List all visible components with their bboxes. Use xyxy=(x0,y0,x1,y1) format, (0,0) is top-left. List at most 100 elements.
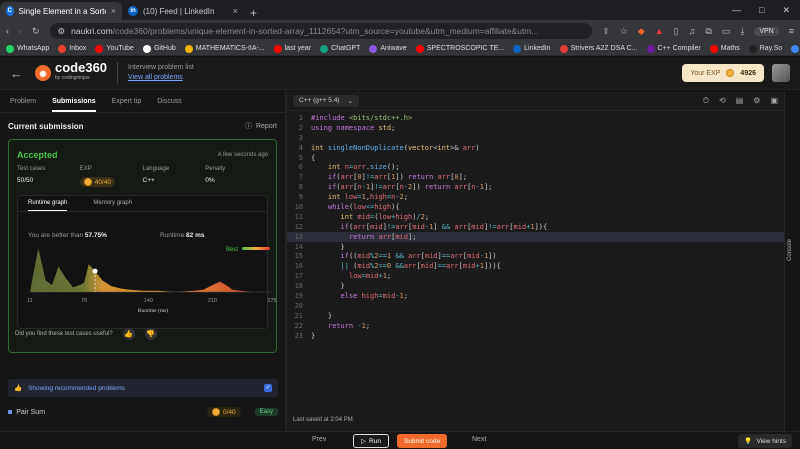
url-input[interactable]: ⚙ naukri.com/code360/problems/unique-ele… xyxy=(49,23,593,39)
best-legend-label: Best xyxy=(226,247,238,253)
music-icon[interactable]: ♫ xyxy=(689,26,696,36)
site-info-icon[interactable]: ⚙ xyxy=(58,26,66,37)
avatar[interactable] xyxy=(772,64,790,82)
tab-discuss[interactable]: Discuss xyxy=(157,98,182,105)
browser-tab-linkedin[interactable]: in (10) Feed | LinkedIn × xyxy=(122,2,244,20)
code-line[interactable]: 13 return arr[mid]; xyxy=(287,231,784,242)
bookmark-item[interactable]: GitHub xyxy=(142,44,176,53)
back-icon[interactable]: ‹ xyxy=(6,26,9,36)
thumbs-down-icon[interactable]: 👎 xyxy=(144,328,157,340)
console-toggle[interactable]: Console xyxy=(784,91,800,431)
tab-submissions[interactable]: Submissions xyxy=(52,91,96,112)
browser-tab-active[interactable]: C Single Element in a Sorted Array × xyxy=(0,2,122,20)
code-line[interactable]: 19 else high = mid -1; xyxy=(287,291,784,301)
code-token: arr xyxy=(353,222,366,231)
bookmark-item[interactable]: Strivers A2Z DSA C... xyxy=(559,44,638,53)
bookmark-item[interactable]: GDSC AEC xyxy=(791,44,800,53)
download-icon[interactable]: ⤓ xyxy=(740,26,744,37)
code-line[interactable]: 20 xyxy=(287,301,784,311)
report-button[interactable]: ⓘ Report xyxy=(245,121,277,131)
bookmark-item[interactable]: C++ Compiler xyxy=(646,44,701,53)
bookmark-item[interactable]: WhatsApp xyxy=(6,44,49,53)
bookmark-item[interactable]: Aniwave xyxy=(369,44,407,53)
brave-shield-icon[interactable]: ◆ xyxy=(638,26,645,37)
checkbox-icon[interactable]: ✓ xyxy=(264,384,272,392)
code-line[interactable]: 4 int singleNonDuplicate(vector < int >& arr… xyxy=(287,143,784,153)
code-line[interactable]: 7 if(arr[0] != arr[1]) return arr[0]; xyxy=(287,172,784,182)
bookmark-item[interactable]: Inbox xyxy=(58,44,86,53)
bookmark-star-icon[interactable]: ☆ xyxy=(620,26,628,37)
problem-points: 0/40 xyxy=(207,407,241,417)
bookmark-item[interactable]: MATHEMATICS-IIA-... xyxy=(184,44,265,53)
code-line[interactable]: 8 if(arr[n -1] != arr[n -2]) return arr[n -1]… xyxy=(287,182,784,192)
wallet-icon[interactable]: ▭ xyxy=(722,26,731,37)
code-line[interactable]: 11 int mid =(low + high)/2; xyxy=(287,212,784,222)
next-button[interactable]: Next xyxy=(472,436,486,443)
code-line[interactable]: 16 || (mid% 2 == 0 && arr[mid] == arr[mid +1]))… xyxy=(287,261,784,271)
code-area[interactable]: 1 #include <bits/stdc++.h> 2 using namespac… xyxy=(287,113,784,340)
fullscreen-icon[interactable]: ▣ xyxy=(770,96,778,106)
share-icon[interactable]: ⇪ xyxy=(602,26,610,37)
bookmark-item[interactable]: last year xyxy=(273,44,311,53)
back-arrow-icon[interactable]: ← xyxy=(10,66,23,81)
rewards-icon[interactable]: ▲ xyxy=(655,26,664,36)
code-line[interactable]: 2 using namespace std; xyxy=(287,123,784,133)
code-line[interactable]: 23} xyxy=(287,331,784,341)
recommended-problems-bar[interactable]: 👍 Showing recommended problems ✓ xyxy=(8,379,278,397)
bookmark-item[interactable]: LinkedIn xyxy=(513,44,551,53)
x-tick-label: 140 xyxy=(144,298,153,304)
menu-icon[interactable]: ≡ xyxy=(789,26,794,36)
tab-memory-graph[interactable]: Memory graph xyxy=(93,200,132,211)
tab-runtime-graph[interactable]: Runtime graph xyxy=(28,200,68,211)
timer-icon[interactable]: ⏱ xyxy=(703,96,709,106)
close-tab-icon[interactable]: × xyxy=(233,6,238,16)
window-controls: — □ ✕ xyxy=(722,5,800,20)
thumbs-up-icon[interactable]: 👍 xyxy=(122,328,135,340)
bookmark-item[interactable]: Maths xyxy=(709,44,740,53)
bookmark-favicon-icon xyxy=(415,44,424,53)
close-window-icon[interactable]: ✕ xyxy=(782,5,790,16)
recommended-problem-item[interactable]: ◙ Pair Sum 0/40 Easy xyxy=(8,407,278,417)
code-token: mid xyxy=(420,262,434,271)
settings-gear-icon[interactable]: ⚙ xyxy=(753,96,760,106)
code-line[interactable]: 15 if((mid% 2 == 1 && arr[mid] == arr[mid -1]) xyxy=(287,251,784,261)
close-tab-icon[interactable]: × xyxy=(111,6,116,16)
bookmark-item[interactable]: Ray.So xyxy=(748,44,782,53)
sidebar-icon[interactable]: ▯ xyxy=(674,26,679,37)
submit-code-button[interactable]: Submit code xyxy=(397,434,447,448)
language-select[interactable]: C++ (g++ 5.4) ⌄ xyxy=(293,94,359,107)
bookmark-item[interactable]: YouTube xyxy=(95,44,134,53)
code-line[interactable]: 14 } xyxy=(287,242,784,252)
bookmark-item[interactable]: SPECTROSCOPIC TE... xyxy=(415,44,504,53)
code-line[interactable]: 17 low = mid +1; xyxy=(287,271,784,281)
vpn-button[interactable]: VPN xyxy=(754,26,779,36)
code-line[interactable]: 12 if(arr[mid] != arr[mid -1] && arr[mid] !=… xyxy=(287,222,784,232)
line-number: 22 xyxy=(294,321,303,330)
bookmark-item[interactable]: ChatGPT xyxy=(320,44,360,53)
code-line[interactable]: 21 } xyxy=(287,311,784,321)
forward-icon[interactable]: › xyxy=(19,26,22,36)
code-line[interactable]: 10 while(low <= high){ xyxy=(287,202,784,212)
new-tab-button[interactable]: + xyxy=(250,6,257,20)
code-line[interactable]: 5{ xyxy=(287,153,784,163)
code-line[interactable]: 22 return -1; xyxy=(287,321,784,331)
minimize-icon[interactable]: — xyxy=(732,5,741,16)
prev-button[interactable]: Prev xyxy=(312,436,326,443)
code-line[interactable]: 1 #include <bits/stdc++.h> xyxy=(287,113,784,123)
code-line[interactable]: 9 int low = 1, high = n -2; xyxy=(287,192,784,202)
maximize-icon[interactable]: □ xyxy=(759,5,764,16)
code-line[interactable]: 18 } xyxy=(287,281,784,291)
view-all-problems-link[interactable]: View all problems xyxy=(128,73,194,83)
tab-expert-tip[interactable]: Expert tip xyxy=(112,98,142,105)
clipboard-icon[interactable]: ▤ xyxy=(736,96,744,106)
code-line[interactable]: 6 int n = arr. size (); xyxy=(287,162,784,172)
extensions-icon[interactable]: ⧉ xyxy=(705,26,711,37)
view-hints-button[interactable]: 💡 View hints xyxy=(738,434,792,448)
run-button[interactable]: ▷ Run xyxy=(353,434,389,448)
reset-icon[interactable]: ⟲ xyxy=(719,96,726,106)
code360-logo[interactable]: ◉ code360 by codingninjas xyxy=(35,61,107,84)
code-line[interactable]: 3 xyxy=(287,133,784,143)
tab-problem[interactable]: Problem xyxy=(10,98,36,105)
reload-icon[interactable]: ↻ xyxy=(32,26,40,37)
exp-badge[interactable]: Your EXP 4926 xyxy=(682,64,764,82)
